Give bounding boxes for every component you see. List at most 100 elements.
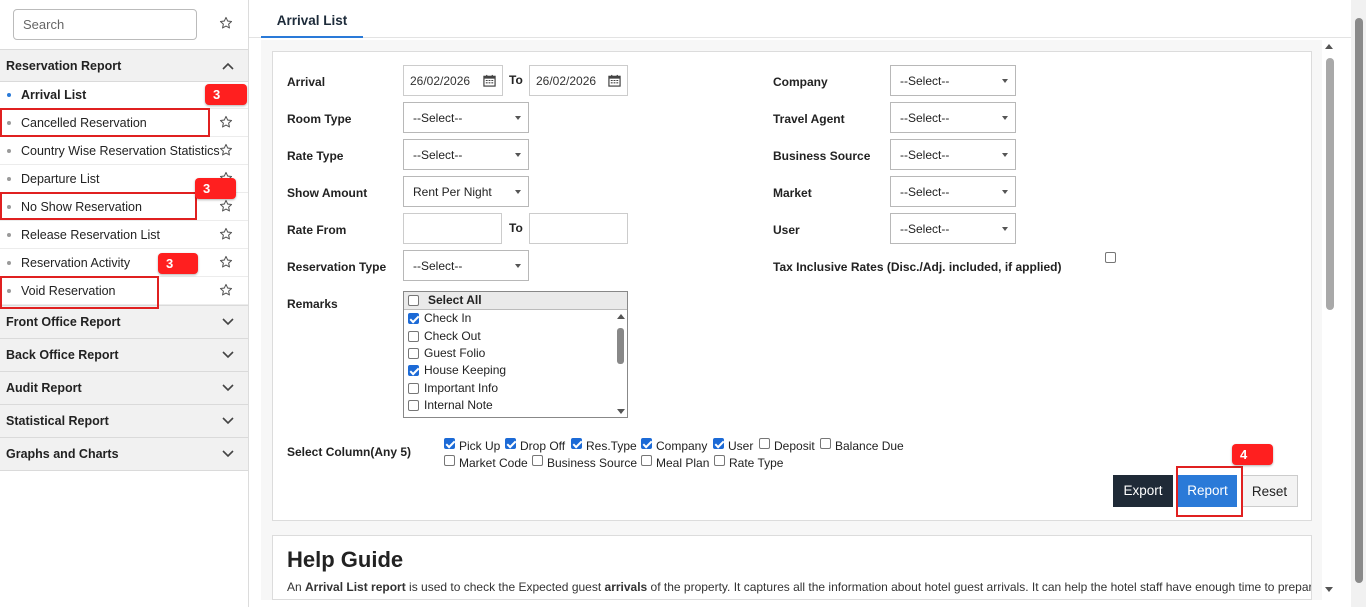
column-market-code-checkbox[interactable] xyxy=(444,455,455,466)
export-button[interactable]: Export xyxy=(1113,475,1173,507)
column-option-label: Meal Plan xyxy=(656,456,710,470)
caret-down-icon xyxy=(1002,190,1008,194)
sidebar-item-label: Reservation Activity xyxy=(21,256,131,270)
active-dot xyxy=(7,93,11,97)
search-box[interactable] xyxy=(13,9,197,40)
rate-from-input[interactable] xyxy=(403,213,502,244)
bullet-dot xyxy=(7,177,11,181)
caret-down-icon xyxy=(515,116,521,120)
date-value: 26/02/2026 xyxy=(410,74,471,88)
rate-from-label: Rate From xyxy=(287,223,347,237)
section-label: Graphs and Charts xyxy=(6,447,119,461)
column-option-label: Business Source xyxy=(547,456,638,470)
remark-check-in-checkbox[interactable] xyxy=(408,313,419,324)
column-option-label: User xyxy=(728,439,754,453)
bullet-dot xyxy=(7,233,11,237)
arrival-to-date[interactable]: 26/02/2026 xyxy=(529,65,628,96)
favorite-star-icon[interactable] xyxy=(219,143,233,157)
column-res-type-checkbox[interactable] xyxy=(571,438,582,449)
user-select[interactable]: --Select-- xyxy=(890,213,1016,244)
reservation-type-select[interactable]: --Select-- xyxy=(403,250,529,281)
scroll-thumb[interactable] xyxy=(617,328,624,364)
remark-house-keeping-checkbox[interactable] xyxy=(408,365,419,376)
tax-inclusive-checkbox[interactable] xyxy=(1105,252,1116,263)
help-text-part: of the property. It captures all the inf… xyxy=(647,580,1312,594)
content-scrollbar[interactable] xyxy=(1322,40,1336,600)
rate-to-input[interactable] xyxy=(529,213,628,244)
bullet-dot xyxy=(7,149,11,153)
section-label: Statistical Report xyxy=(6,414,109,428)
favorite-star-icon[interactable] xyxy=(219,283,233,297)
section-reservation-report[interactable]: Reservation Report xyxy=(0,49,248,82)
column-option-label: Market Code xyxy=(459,456,528,470)
section-statistical-report[interactable]: Statistical Report xyxy=(0,404,248,438)
section-audit-report[interactable]: Audit Report xyxy=(0,371,248,405)
select-all-checkbox[interactable] xyxy=(408,295,419,306)
highlight-box xyxy=(0,108,210,137)
select-value: --Select-- xyxy=(413,148,463,162)
company-select[interactable]: --Select-- xyxy=(890,65,1016,96)
favorite-star-icon[interactable] xyxy=(219,115,233,129)
favorite-star-icon[interactable] xyxy=(219,255,233,269)
column-option-label: Pick Up xyxy=(459,439,501,453)
sidebar-item-release-reservation-list[interactable]: Release Reservation List xyxy=(0,221,248,249)
scroll-up-arrow[interactable] xyxy=(617,314,625,319)
remark-important-info-checkbox[interactable] xyxy=(408,383,419,394)
remark-internal-note-checkbox[interactable] xyxy=(408,400,419,411)
window-scrollbar[interactable] xyxy=(1351,0,1366,607)
search-input[interactable] xyxy=(14,10,196,39)
column-drop-off-checkbox[interactable] xyxy=(505,438,516,449)
scroll-down-arrow[interactable] xyxy=(1325,587,1333,592)
calendar-icon[interactable] xyxy=(608,74,621,87)
remark-guest-folio-checkbox[interactable] xyxy=(408,348,419,359)
select-column-label: Select Column(Any 5) xyxy=(287,445,412,459)
travel-agent-select[interactable]: --Select-- xyxy=(890,102,1016,133)
room-type-select[interactable]: --Select-- xyxy=(403,102,529,133)
help-text-bold: arrivals xyxy=(604,580,648,594)
column-pick-up-checkbox[interactable] xyxy=(444,438,455,449)
sidebar-item-reservation-activity[interactable]: Reservation Activity xyxy=(0,249,248,277)
window-scroll-thumb[interactable] xyxy=(1355,18,1363,583)
caret-down-icon xyxy=(1002,153,1008,157)
rate-type-select[interactable]: --Select-- xyxy=(403,139,529,170)
select-value: --Select-- xyxy=(900,148,950,162)
highlight-box xyxy=(0,192,197,220)
sidebar-item-label: Departure List xyxy=(21,172,100,186)
select-value: --Select-- xyxy=(900,222,950,236)
column-meal-plan-checkbox[interactable] xyxy=(641,455,652,466)
section-back-office-report[interactable]: Back Office Report xyxy=(0,338,248,372)
remarks-scrollbar[interactable] xyxy=(614,310,627,417)
column-rate-type-checkbox[interactable] xyxy=(714,455,725,466)
favorite-star-icon[interactable] xyxy=(219,227,233,241)
section-front-office-report[interactable]: Front Office Report xyxy=(0,305,248,339)
column-user-checkbox[interactable] xyxy=(713,438,724,449)
tab-bar: Arrival List xyxy=(249,0,1366,38)
section-graphs-and-charts[interactable]: Graphs and Charts xyxy=(0,437,248,471)
annotation-badge: 3 xyxy=(205,84,247,105)
market-select[interactable]: --Select-- xyxy=(890,176,1016,207)
date-value: 26/02/2026 xyxy=(536,74,597,88)
tab-arrival-list[interactable]: Arrival List xyxy=(261,0,363,38)
arrival-from-date[interactable]: 26/02/2026 xyxy=(403,65,503,96)
scroll-up-arrow[interactable] xyxy=(1325,44,1333,49)
calendar-icon[interactable] xyxy=(483,74,496,87)
business-source-select[interactable]: --Select-- xyxy=(890,139,1016,170)
bullet-dot xyxy=(7,261,11,265)
highlight-box xyxy=(0,276,159,309)
sidebar-item-country-wise-statistics[interactable]: Country Wise Reservation Statistics xyxy=(0,137,248,165)
column-balance-due-checkbox[interactable] xyxy=(820,438,831,449)
help-text: An Arrival List report is used to check … xyxy=(287,580,1311,594)
help-title: Help Guide xyxy=(287,547,404,572)
annotation-badge: 3 xyxy=(158,253,198,274)
show-amount-select[interactable]: Rent Per Night xyxy=(403,176,529,207)
scroll-thumb[interactable] xyxy=(1326,58,1334,310)
reset-button[interactable]: Reset xyxy=(1241,475,1298,507)
column-deposit-checkbox[interactable] xyxy=(759,438,770,449)
favorites-star-icon[interactable] xyxy=(219,16,233,30)
column-company-checkbox[interactable] xyxy=(641,438,652,449)
scroll-down-arrow[interactable] xyxy=(617,409,625,414)
column-option-label: Company xyxy=(656,439,708,453)
remark-check-out-checkbox[interactable] xyxy=(408,331,419,342)
favorite-star-icon[interactable] xyxy=(219,199,233,213)
column-business-source-checkbox[interactable] xyxy=(532,455,543,466)
